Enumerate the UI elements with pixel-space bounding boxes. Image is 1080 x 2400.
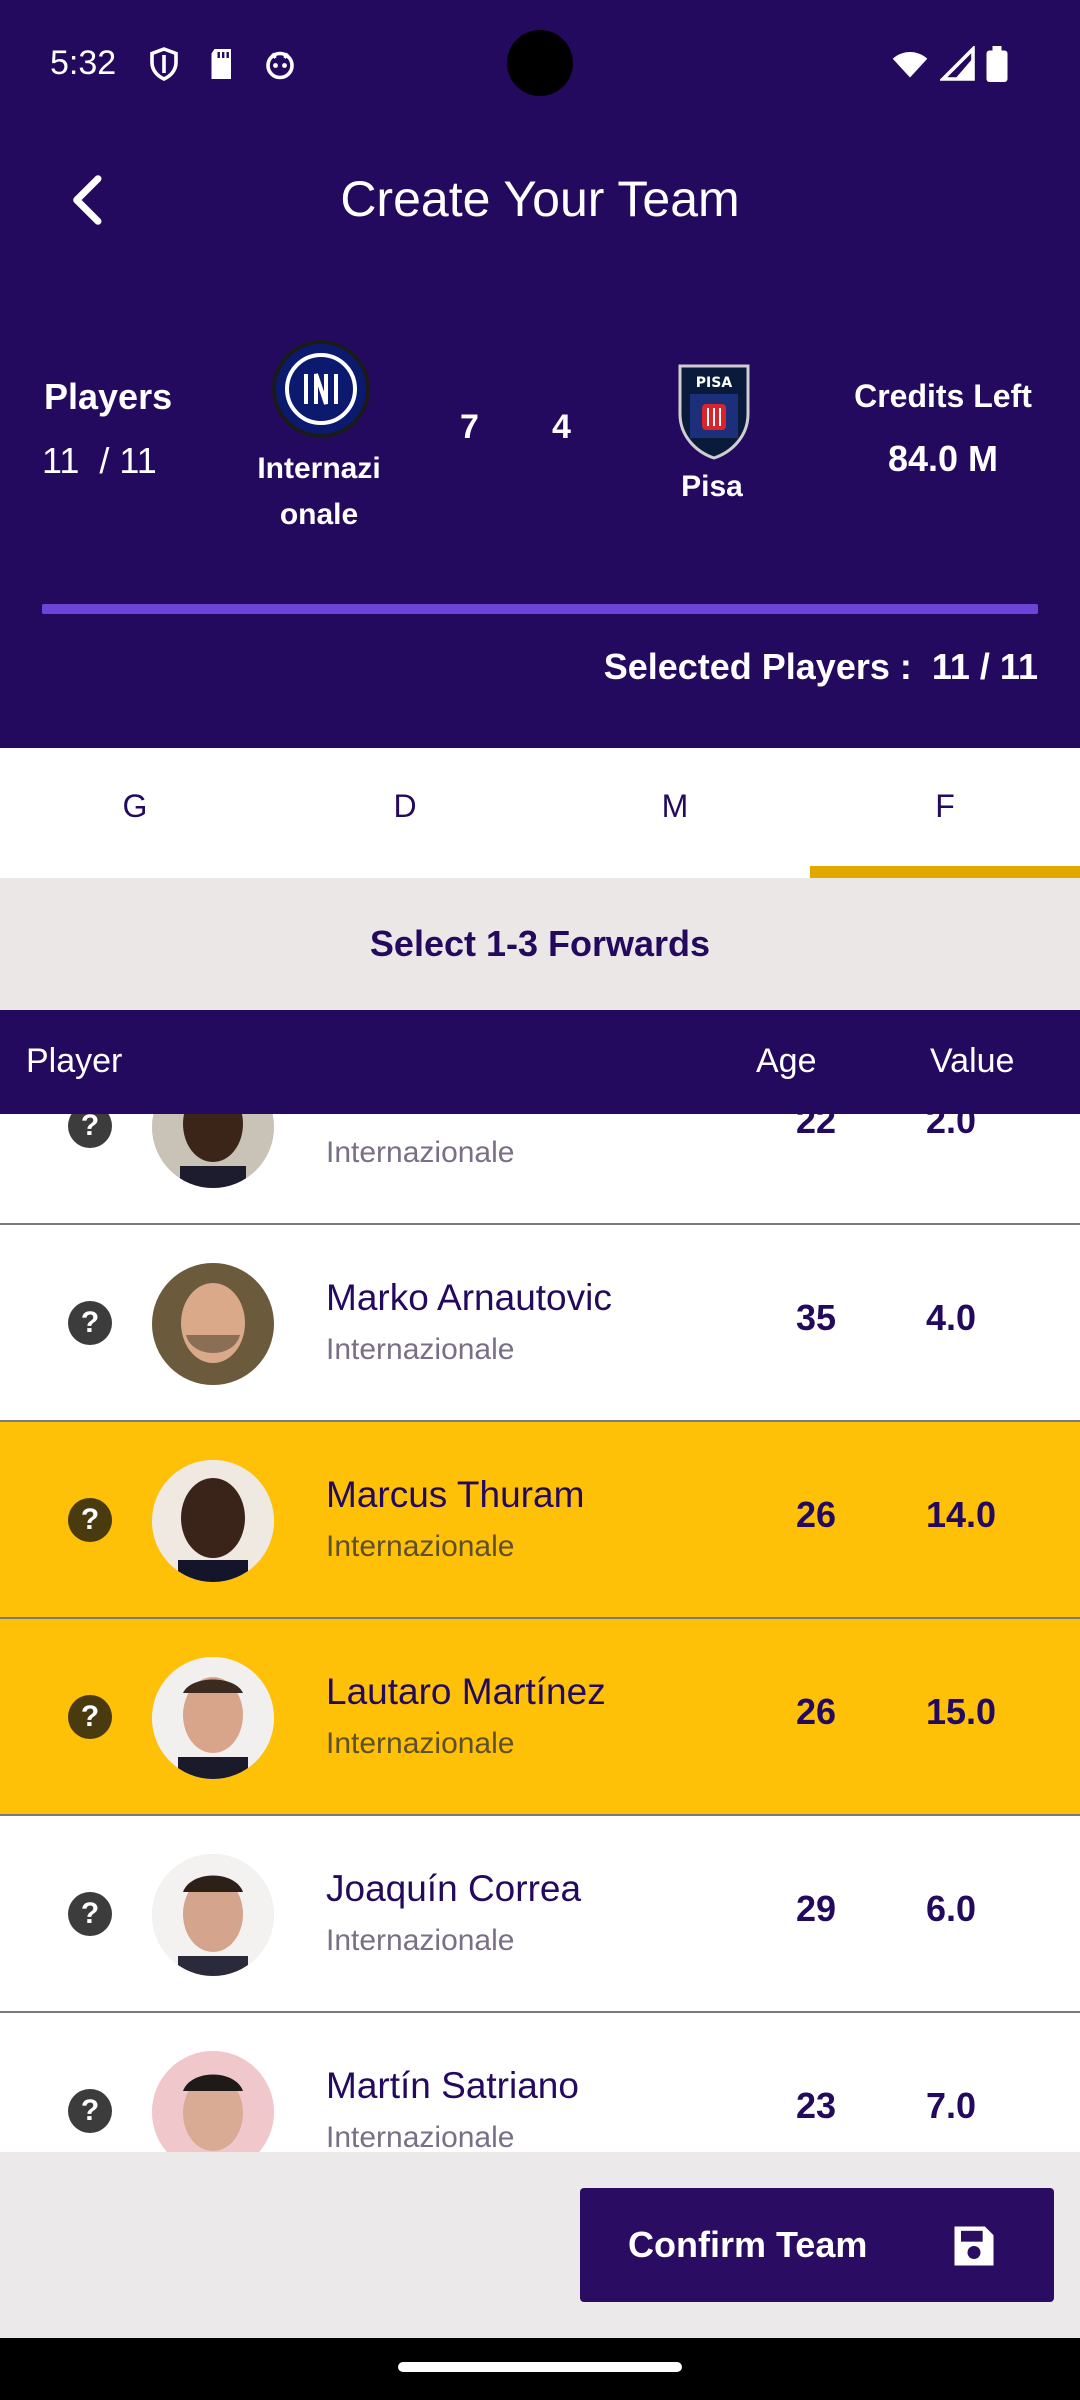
player-avatar [152, 1854, 274, 1976]
wifi-icon [892, 52, 928, 78]
home-player-count: 7 [460, 408, 479, 446]
svg-text:PISA: PISA [696, 375, 733, 391]
player-age: 26 [796, 1494, 837, 1535]
position-tabs: G D M F [0, 748, 1080, 878]
help-icon[interactable]: ? [68, 1892, 112, 1936]
player-club: Internazionale [326, 2121, 515, 2152]
player-value: 6.0 [926, 1888, 977, 1929]
tab-midfielders[interactable]: M [540, 748, 810, 878]
selection-progress-bar [42, 604, 1038, 614]
column-header-player: Player [26, 1042, 123, 1080]
player-club: Internazionale [326, 1136, 515, 1169]
active-tab-indicator [810, 866, 1080, 878]
sd-card-icon [211, 49, 231, 79]
player-age: 29 [796, 1888, 837, 1929]
player-avatar [152, 1460, 274, 1582]
battery-icon [986, 46, 1008, 82]
internazionale-logo [272, 340, 370, 438]
player-name: Lautaro Martínez [326, 1671, 606, 1712]
player-row[interactable]: ? Joaquín Correa Internazionale 29 6.0 [0, 1816, 1080, 2013]
help-icon[interactable]: ? [68, 1114, 112, 1148]
confirm-team-button[interactable]: Confirm Team [580, 2188, 1054, 2302]
table-header: Player Age Value [0, 1010, 1080, 1114]
player-row[interactable]: ? Martín Satriano Internazionale 23 7.0 [0, 2013, 1080, 2152]
selection-hint: Select 1-3 Forwards [0, 878, 1080, 1010]
player-name: Marcus Thuram [326, 1474, 585, 1515]
tab-goalkeepers[interactable]: G [0, 748, 270, 878]
player-age: 22 [796, 1114, 837, 1141]
player-club: Internazionale [326, 1727, 515, 1760]
player-name: Eddie Salcedo [326, 1114, 565, 1122]
save-icon [954, 2226, 994, 2266]
player-name: Joaquín Correa [326, 1868, 582, 1909]
player-age: 23 [796, 2085, 837, 2126]
credits-value: 84.0 M [887, 438, 999, 479]
home-team-name: Internazi onale [257, 452, 381, 531]
camera-cutout [507, 30, 573, 96]
player-club: Internazionale [326, 1924, 515, 1957]
selection-progress-fill [42, 604, 1038, 614]
confirm-team-label: Confirm Team [628, 2224, 868, 2265]
player-club: Internazionale [326, 1333, 515, 1366]
player-row[interactable]: ? Lautaro Martínez Internazionale 26 15.… [0, 1619, 1080, 1816]
player-value: 7.0 [926, 2085, 977, 2126]
shield-icon [150, 47, 178, 81]
help-icon[interactable]: ? [68, 1498, 112, 1542]
tab-defenders[interactable]: D [270, 748, 540, 878]
player-value: 2.0 [926, 1114, 977, 1141]
credits-label: Credits Left [854, 378, 1032, 414]
player-avatar [152, 2051, 274, 2152]
player-name: Martín Satriano [326, 2065, 579, 2106]
players-label: Players [44, 376, 173, 417]
column-header-age: Age [756, 1042, 817, 1080]
player-avatar [152, 1263, 274, 1385]
player-value: 4.0 [926, 1297, 977, 1338]
player-avatar [152, 1114, 274, 1188]
player-avatar [152, 1657, 274, 1779]
player-row[interactable]: ? Eddie Salcedo Internazionale 22 2.0 [0, 1114, 1080, 1225]
header-panel: 5:32 Create Your Team Players 11 / 11 In… [0, 0, 1080, 748]
tab-forwards[interactable]: F [810, 748, 1080, 878]
home-gesture-handle[interactable] [398, 2362, 682, 2372]
robot-icon [266, 51, 294, 80]
player-name: Marko Arnautovic [326, 1277, 612, 1318]
player-list[interactable]: ? Eddie Salcedo Internazionale 22 2.0 ? … [0, 1114, 1080, 2152]
page-title: Create Your Team [340, 171, 740, 227]
player-age: 26 [796, 1691, 837, 1732]
column-header-value: Value [930, 1042, 1015, 1080]
player-value: 15.0 [926, 1691, 997, 1732]
away-player-count: 4 [552, 408, 571, 446]
away-team-name: Pisa [681, 470, 743, 503]
player-value: 14.0 [926, 1494, 997, 1535]
system-nav-bar [0, 2338, 1080, 2400]
status-bar: 5:32 [0, 0, 1080, 128]
player-club: Internazionale [326, 1530, 515, 1563]
player-row[interactable]: ? Marko Arnautovic Internazionale 35 4.0 [0, 1225, 1080, 1422]
help-icon[interactable]: ? [68, 1695, 112, 1739]
status-time: 5:32 [50, 44, 117, 82]
selected-players-text: Selected Players : 11 / 11 [603, 646, 1038, 687]
signal-icon [940, 46, 975, 81]
help-icon[interactable]: ? [68, 2089, 112, 2133]
pisa-logo: PISA [678, 364, 750, 460]
player-age: 35 [796, 1297, 837, 1338]
player-row[interactable]: ? Marcus Thuram Internazionale 26 14.0 [0, 1422, 1080, 1619]
help-icon[interactable]: ? [68, 1301, 112, 1345]
players-count: 11 / 11 [42, 440, 157, 481]
